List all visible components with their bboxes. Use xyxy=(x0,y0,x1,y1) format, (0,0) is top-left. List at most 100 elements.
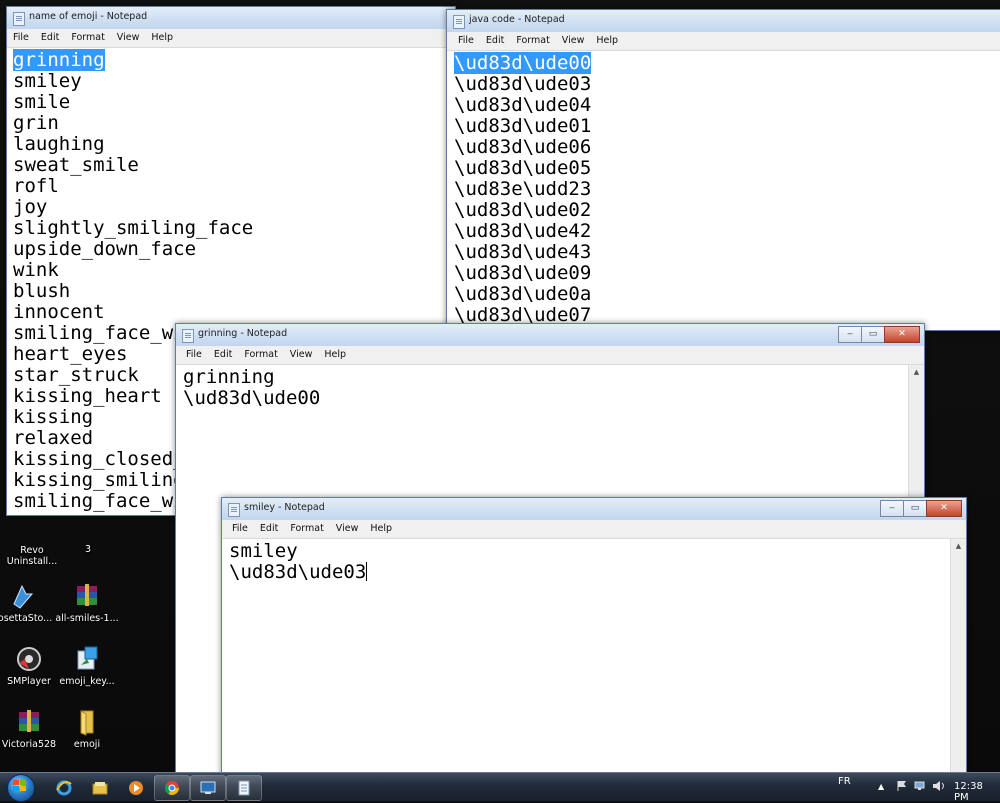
text-line: upside_down_face xyxy=(13,238,197,260)
text-line: laughing xyxy=(13,133,105,155)
text-line: \ud83d\ude42 xyxy=(454,220,592,242)
text-line: blush xyxy=(13,280,71,302)
text-line: \ud83d\ude03 xyxy=(229,562,947,583)
notepad-window-smiley[interactable]: smiley - Notepad ‒ ▭ ✕ File Edit Format View H… xyxy=(221,497,967,789)
text-line: smiley xyxy=(229,540,298,562)
text-line-content: \ud83d\ude03 xyxy=(229,561,367,583)
desktop-icon-emoji-key[interactable]: emoji_key... xyxy=(55,645,119,687)
desktop-icon-emoji-folder[interactable]: emoji xyxy=(55,708,119,750)
language-indicator[interactable]: FR xyxy=(838,776,851,787)
desktop-icon-label: emoji xyxy=(73,739,101,750)
desktop-icon-label: SMPlayer xyxy=(7,676,51,687)
desktop-icon-3[interactable]: 3 xyxy=(56,544,120,555)
text-line: slightly_smiling_face xyxy=(13,217,254,239)
desktop-icon-label: 3 xyxy=(84,544,92,555)
desktop-icon-label: emoji_key... xyxy=(59,676,115,687)
text-editor[interactable]: \ud83d\ude00 \ud83d\ude03 \ud83d\ude04 \… xyxy=(447,51,1000,330)
scroll-up-icon[interactable]: ▲ xyxy=(951,539,966,554)
menu-help[interactable]: Help xyxy=(590,32,624,48)
menu-format[interactable]: Format xyxy=(65,29,110,45)
title-bar[interactable]: java code - Notepad xyxy=(447,10,1000,32)
maximize-button[interactable]: ▭ xyxy=(903,500,927,517)
notepad-icon xyxy=(228,503,240,517)
minimize-button[interactable]: ‒ xyxy=(838,326,862,343)
taskbar-ie-button[interactable] xyxy=(46,775,82,801)
notepad-window-java-code[interactable]: java code - Notepad File Edit Format View He… xyxy=(446,9,1000,331)
text-line: \ud83d\ude43 xyxy=(454,241,592,263)
winrar-archive-icon xyxy=(15,708,43,736)
menu-edit[interactable]: Edit xyxy=(208,346,238,362)
menu-view[interactable]: View xyxy=(556,32,591,48)
windows-logo-icon xyxy=(13,780,27,792)
desktop-icon-smplayer[interactable]: SMPlayer xyxy=(0,645,61,687)
close-button[interactable]: ✕ xyxy=(884,326,920,343)
menu-edit[interactable]: Edit xyxy=(35,29,65,45)
desktop-icon-label: RosettaSto... xyxy=(0,613,53,624)
shortcut-icon xyxy=(8,582,36,610)
title-bar[interactable]: name of emoji - Notepad xyxy=(7,7,455,29)
menu-file[interactable]: File xyxy=(7,29,35,45)
menu-format[interactable]: Format xyxy=(510,32,555,48)
taskbar-chrome-button[interactable] xyxy=(154,775,190,801)
text-line: \ud83d\ude00 xyxy=(183,387,321,409)
internet-explorer-icon xyxy=(56,780,72,796)
menu-bar: File Edit Format View Help xyxy=(7,29,455,48)
remote-desktop-icon xyxy=(200,780,216,796)
taskbar-remote-button[interactable] xyxy=(190,775,226,801)
desktop-icon-all-smiles[interactable]: all-smiles-1... xyxy=(55,582,119,624)
text-caret xyxy=(366,562,368,581)
network-icon[interactable] xyxy=(914,780,928,795)
menu-file[interactable]: File xyxy=(176,346,208,362)
text-line: \ud83d\ude04 xyxy=(454,94,592,116)
scroll-up-icon[interactable]: ▲ xyxy=(909,365,924,380)
smplayer-icon xyxy=(15,645,43,673)
text-line: \ud83d\ude05 xyxy=(454,157,592,179)
taskbar-media-button[interactable] xyxy=(118,775,154,801)
text-line: grinning xyxy=(13,49,451,71)
taskbar-explorer-button[interactable] xyxy=(82,775,118,801)
desktop-icon-victoria[interactable]: Victoria528 xyxy=(0,708,61,750)
menu-bar: File Edit Format View Help xyxy=(176,346,924,365)
menu-edit[interactable]: Edit xyxy=(254,520,284,536)
text-line: wink xyxy=(13,259,59,281)
volume-icon[interactable] xyxy=(932,780,946,795)
start-button[interactable] xyxy=(2,773,42,802)
text-line: innocent xyxy=(13,301,105,323)
window-controls: ‒ ▭ ✕ xyxy=(838,326,920,343)
text-line: smile xyxy=(13,91,71,113)
title-bar[interactable]: grinning - Notepad ‒ ▭ ✕ xyxy=(176,324,924,346)
desktop-icon-revo[interactable]: Revo Uninstall... xyxy=(0,543,64,567)
file-explorer-icon xyxy=(92,780,108,796)
menu-help[interactable]: Help xyxy=(318,346,352,362)
maximize-button[interactable]: ▭ xyxy=(861,326,885,343)
minimize-button[interactable]: ‒ xyxy=(880,500,904,517)
text-line: grin xyxy=(13,112,59,134)
text-line: \ud83d\ude0a xyxy=(454,283,592,305)
text-line: \ud83d\ude03 xyxy=(454,73,592,95)
text-line: \ud83d\ude02 xyxy=(454,199,592,221)
menu-file[interactable]: File xyxy=(222,520,254,536)
notepad-icon xyxy=(453,15,465,29)
menu-format[interactable]: Format xyxy=(284,520,329,536)
title-bar[interactable]: smiley - Notepad ‒ ▭ ✕ xyxy=(222,498,966,520)
vertical-scrollbar[interactable]: ▲ xyxy=(950,539,966,788)
text-line: \ud83d\ude09 xyxy=(454,262,592,284)
menu-view[interactable]: View xyxy=(330,520,365,536)
text-line: \ud83d\ude01 xyxy=(454,115,592,137)
menu-format[interactable]: Format xyxy=(238,346,283,362)
close-button[interactable]: ✕ xyxy=(926,500,962,517)
flag-icon[interactable] xyxy=(896,780,908,795)
text-line: \ud83d\ude00 xyxy=(454,52,1000,74)
menu-file[interactable]: File xyxy=(447,32,480,48)
taskbar: FR ▲ 12:38 PM xyxy=(0,772,1000,803)
chrome-icon xyxy=(164,780,180,796)
menu-help[interactable]: Help xyxy=(145,29,179,45)
taskbar-notepad-button[interactable] xyxy=(226,775,262,801)
desktop-icon-rosettastone[interactable]: RosettaSto... xyxy=(0,582,54,624)
text-editor[interactable]: smiley \ud83d\ude03 xyxy=(222,539,951,788)
menu-help[interactable]: Help xyxy=(364,520,398,536)
menu-view[interactable]: View xyxy=(284,346,319,362)
show-hidden-icons-icon[interactable]: ▲ xyxy=(878,782,884,791)
menu-edit[interactable]: Edit xyxy=(480,32,510,48)
menu-view[interactable]: View xyxy=(111,29,146,45)
